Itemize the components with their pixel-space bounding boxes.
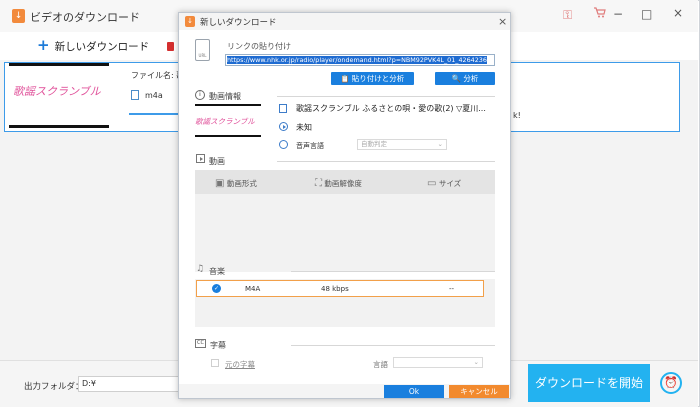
audio-language-icon <box>279 140 288 149</box>
key-icon[interactable]: ⚿ <box>563 8 572 23</box>
music-note-icon: ♫ <box>196 264 205 274</box>
audio-language-select[interactable]: 自動判定 ⌄ <box>357 139 447 150</box>
info-thumbnail-logo: 歌謡スクランブル <box>195 117 255 126</box>
minimize-button[interactable]: − <box>613 7 623 21</box>
dialog-title: 新しいダウンロード <box>200 18 277 28</box>
audio-row[interactable]: ✓ M4A 48 kbps -- <box>196 280 484 297</box>
video-section-rule <box>277 161 495 162</box>
audio-size: -- <box>449 285 455 293</box>
close-button[interactable]: × <box>673 6 683 20</box>
folder-icon: ▭ <box>427 178 437 189</box>
info-thumb-top <box>195 104 261 106</box>
audio-format: M4A <box>245 285 261 293</box>
alarm-clock-icon[interactable]: ⏰ <box>660 372 682 394</box>
dialog-logo-icon: ↓ <box>185 16 195 27</box>
cart-icon[interactable] <box>594 7 606 21</box>
trash-icon[interactable] <box>167 42 174 51</box>
col-resolution-label: 動画解像度 <box>324 179 362 188</box>
search-icon: 🔍 <box>451 74 461 83</box>
new-download-label: 新しいダウンロード <box>54 41 150 53</box>
music-section-rule <box>291 271 495 272</box>
info-icon: i <box>195 90 205 100</box>
paste-link-label: リンクの貼り付け <box>227 42 291 51</box>
info-thumb-bottom <box>195 135 261 137</box>
start-download-button[interactable]: ダウンロードを開始 <box>528 364 650 402</box>
music-section-label: 音楽 <box>209 267 225 276</box>
paste-analyze-label: 貼り付けと分析 <box>351 74 405 83</box>
col-resolution: ⛶ 動画解像度 <box>315 178 362 189</box>
subtitle-section-label: 字幕 <box>210 341 226 350</box>
dialog-close-button[interactable]: × <box>498 15 507 28</box>
media-title: 歌謡スクランブル ふるさとの唄・愛の歌(2) ▽夏川... <box>296 104 486 113</box>
cc-icon: CC <box>195 339 206 348</box>
url-value: https://www.nhk.or.jp/radio/player/ondem… <box>227 56 487 64</box>
duration-value: 未知 <box>296 123 312 132</box>
info-thumbnail: 歌謡スクランブル <box>195 108 261 134</box>
subtitle-lang-select[interactable]: ⌄ <box>393 357 483 368</box>
output-folder-label: 出力フォルダ： <box>24 382 84 392</box>
video-info-label: 動画情報 <box>209 92 241 101</box>
thumbnail: 歌謡スクランブル <box>9 69 109 123</box>
item-format: m4a <box>145 91 163 100</box>
plus-icon: + <box>37 36 50 54</box>
col-format: ▣ 動画形式 <box>215 178 257 189</box>
new-download-button[interactable]: + 新しいダウンロード <box>37 35 149 54</box>
item-progress <box>129 113 185 115</box>
item-note: k! <box>513 111 521 120</box>
app-logo-icon: ↓ <box>12 9 25 23</box>
chevron-down-icon: ⌄ <box>437 140 443 148</box>
thumb-bar-bottom <box>9 125 109 128</box>
video-info-rule <box>277 96 495 97</box>
video-format-icon: ▣ <box>215 178 225 189</box>
app-title: ビデオのダウンロード <box>30 11 140 24</box>
audio-bitrate: 48 kbps <box>321 285 349 293</box>
subtitle-section-rule <box>291 345 495 346</box>
subtitle-lang-label: 言語 <box>373 360 388 369</box>
file-icon <box>131 90 139 100</box>
col-size: ▭ サイズ <box>427 178 461 189</box>
orig-subtitle-checkbox[interactable] <box>211 359 219 367</box>
audio-language-label: 音声言語 <box>296 142 324 150</box>
media-icon <box>279 104 287 113</box>
paste-analyze-button[interactable]: 📋 貼り付けと分析 <box>331 72 414 85</box>
col-format-label: 動画形式 <box>226 179 257 188</box>
duration-icon <box>279 122 288 131</box>
ok-button[interactable]: Ok <box>384 385 444 398</box>
analyze-button[interactable]: 🔍 分析 <box>435 72 495 85</box>
output-folder-input[interactable]: D:¥ <box>78 376 180 392</box>
url-icon: URL <box>195 39 210 61</box>
video-section-label: 動画 <box>209 157 225 166</box>
new-download-dialog: ↓ 新しいダウンロード × URL リンクの貼り付け https://www.n… <box>178 12 511 399</box>
cancel-button[interactable]: キャンセル <box>449 385 509 398</box>
orig-subtitle-label: 元の字幕 <box>225 360 255 369</box>
resolution-icon: ⛶ <box>315 178 322 189</box>
thumbnail-logo: 歌謡スクランブル <box>13 85 101 98</box>
clipboard-icon: 📋 <box>340 75 350 83</box>
maximize-button[interactable]: □ <box>641 7 652 21</box>
chevron-down-icon: ⌄ <box>473 358 479 366</box>
audio-select-value: 自動判定 <box>361 140 387 148</box>
thumb-bar-top <box>9 63 109 66</box>
analyze-label: 分析 <box>463 74 479 83</box>
col-size-label: サイズ <box>438 179 462 188</box>
video-section-icon <box>196 154 205 163</box>
check-icon[interactable]: ✓ <box>212 284 221 293</box>
url-input[interactable]: https://www.nhk.or.jp/radio/player/ondem… <box>225 54 495 66</box>
